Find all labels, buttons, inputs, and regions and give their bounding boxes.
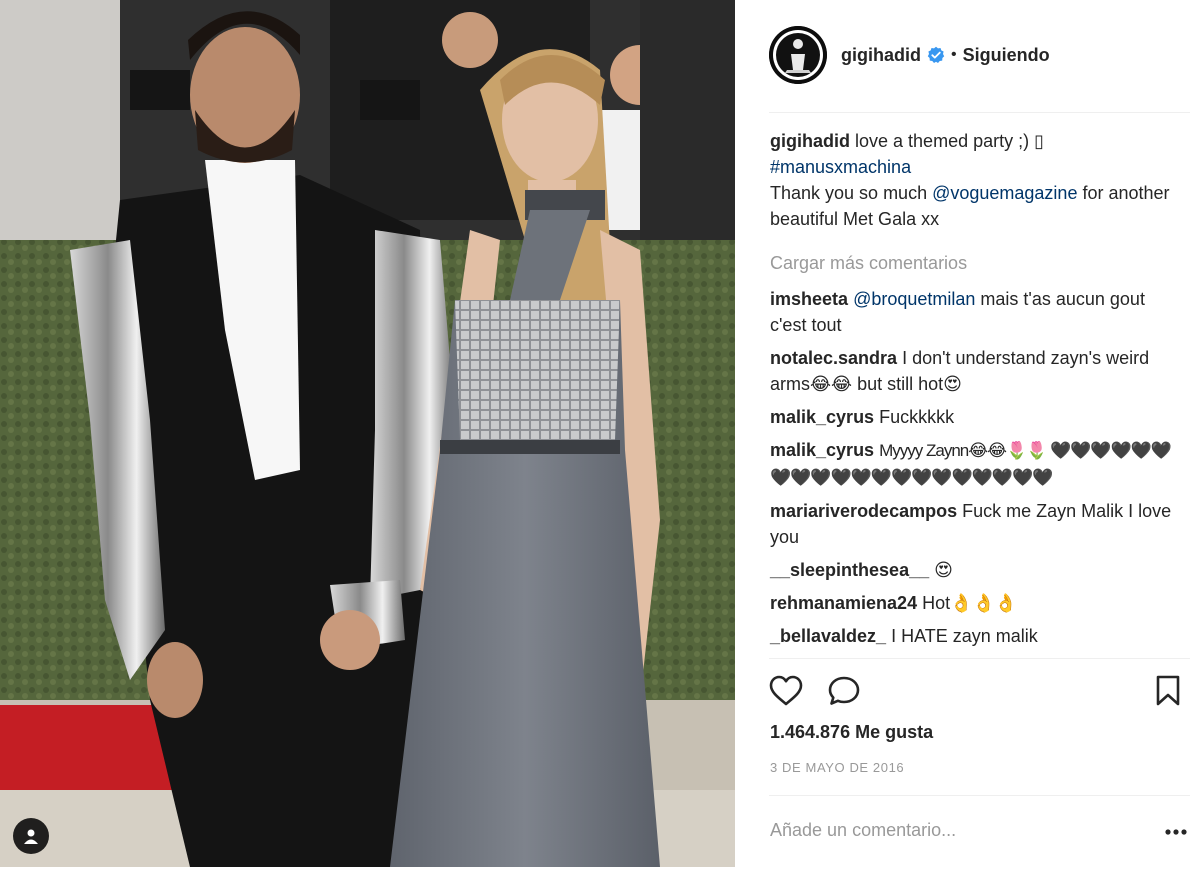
- comments-section: gigihadid love a themed party ;) ▯ #manu…: [770, 128, 1185, 656]
- user-tag-button[interactable]: [13, 818, 49, 854]
- verified-badge-icon: [927, 46, 945, 64]
- add-comment-input[interactable]: [770, 815, 1140, 845]
- following-button[interactable]: Siguiendo: [963, 45, 1050, 66]
- comment-text: Fuckkkkk: [879, 407, 955, 427]
- action-bar: [769, 673, 1180, 713]
- comment-item: _bellavaldez_ I HATE zayn malik: [770, 623, 1185, 649]
- actions-divider: [769, 658, 1190, 659]
- photo-illustration: [0, 0, 735, 867]
- comment-item: malik_cyrus Myyyy Zaynn😂😂🌷🌷 🖤🖤🖤🖤🖤🖤🖤🖤🖤🖤🖤🖤…: [770, 437, 1185, 491]
- user-tag-icon: [24, 829, 38, 844]
- comment-box-divider: [769, 795, 1190, 796]
- likes-count[interactable]: 1.464.876 Me gusta: [770, 722, 933, 743]
- post-date[interactable]: 3 DE MAYO DE 2016: [770, 760, 904, 775]
- comment-username[interactable]: mariariverodecampos: [770, 501, 957, 521]
- caption-mention[interactable]: @voguemagazine: [932, 183, 1077, 203]
- comment-username[interactable]: malik_cyrus: [770, 440, 874, 460]
- comment-username[interactable]: malik_cyrus: [770, 407, 874, 427]
- comment-item: malik_cyrus Fuckkkkk: [770, 404, 1185, 430]
- caption-username[interactable]: gigihadid: [770, 131, 850, 151]
- comment-text: 😍: [934, 560, 953, 580]
- comment-item: __sleepinthesea__ 😍: [770, 557, 1185, 583]
- comment-item: imsheeta @broquetmilan mais t'as aucun g…: [770, 286, 1185, 338]
- comment-item: mariariverodecampos Fuck me Zayn Malik I…: [770, 498, 1185, 550]
- comment-username[interactable]: __sleepinthesea__: [770, 560, 929, 580]
- post-header: gigihadid • Siguiendo: [735, 0, 1200, 110]
- heart-icon[interactable]: [769, 675, 803, 712]
- bookmark-icon[interactable]: [1155, 675, 1181, 712]
- more-options-icon[interactable]: [1165, 822, 1187, 840]
- avatar[interactable]: [769, 26, 827, 84]
- comment-mention[interactable]: @broquetmilan: [853, 289, 975, 309]
- comment-text: I HATE zayn malik: [891, 626, 1038, 646]
- caption-text-1: love a themed party ;): [855, 131, 1035, 151]
- caption: gigihadid love a themed party ;) ▯ #manu…: [770, 128, 1185, 232]
- speech-bubble-icon[interactable]: [827, 675, 861, 712]
- header-divider: [769, 112, 1190, 113]
- load-more-comments-button[interactable]: Cargar más comentarios: [770, 250, 1185, 276]
- caption-text-2: Thank you so much: [770, 183, 933, 203]
- post-sidebar: gigihadid • Siguiendo gigihadid love a t…: [735, 0, 1200, 870]
- comment-username[interactable]: notalec.sandra: [770, 348, 897, 368]
- comment-item: notalec.sandra I don't understand zayn's…: [770, 345, 1185, 397]
- avatar-image: [769, 26, 827, 84]
- comment-text: Hot👌👌👌: [922, 593, 1018, 613]
- post-photo[interactable]: [0, 0, 735, 867]
- header-separator: •: [951, 46, 957, 63]
- caption-hashtag[interactable]: #manusxmachina: [770, 157, 911, 177]
- comment-item: rehmanamiena24 Hot👌👌👌: [770, 590, 1185, 616]
- header-username[interactable]: gigihadid: [841, 45, 921, 66]
- caption-glyph: ▯: [1034, 131, 1045, 151]
- comment-username[interactable]: _bellavaldez_: [770, 626, 886, 646]
- comment-username[interactable]: rehmanamiena24: [770, 593, 917, 613]
- comment-username[interactable]: imsheeta: [770, 289, 848, 309]
